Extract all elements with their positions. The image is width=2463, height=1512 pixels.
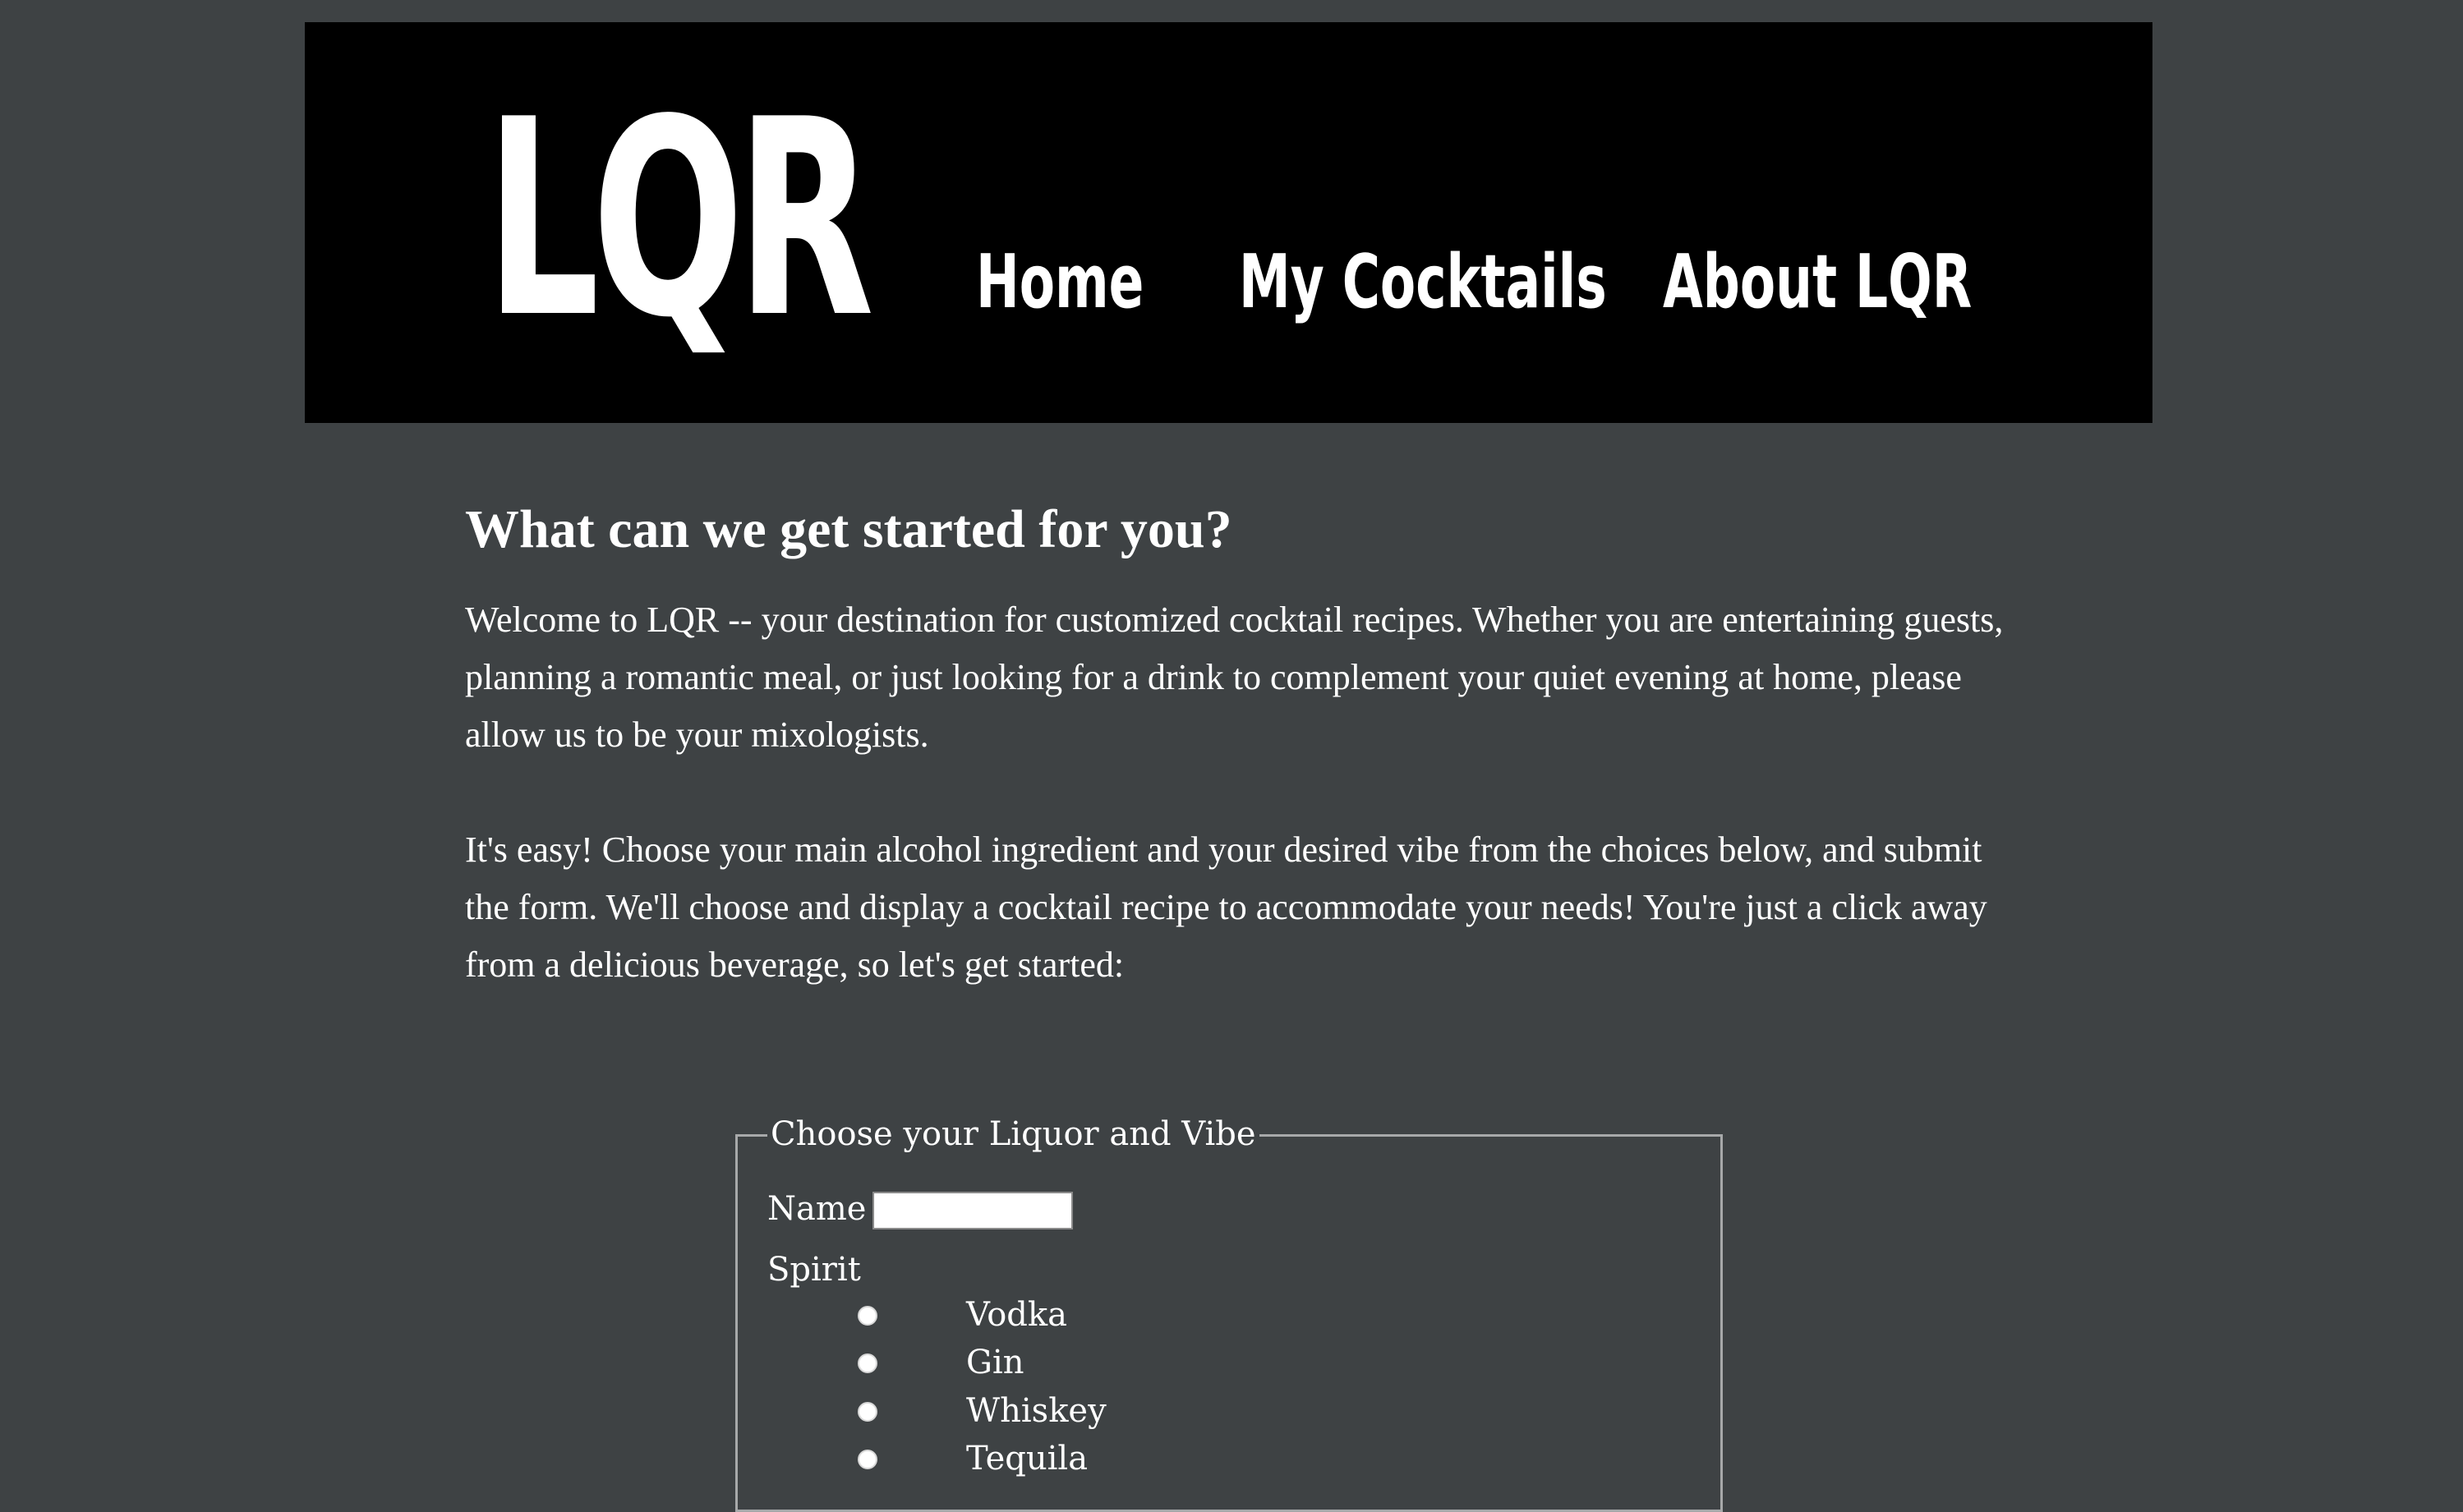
spirit-option-label: Vodka xyxy=(966,1296,1067,1334)
nav-link-home[interactable]: Home xyxy=(976,237,1144,328)
radio-button[interactable] xyxy=(858,1402,877,1422)
radio-button[interactable] xyxy=(858,1450,877,1469)
site-logo[interactable]: LQR xyxy=(486,71,874,367)
nav-link-my-cocktails[interactable]: My Cocktails xyxy=(1239,237,1607,328)
spirit-option-gin[interactable]: Gin xyxy=(738,1339,1313,1386)
spirit-option-label: Tequila xyxy=(966,1440,1089,1478)
spirit-option-tequila[interactable]: Tequila xyxy=(738,1435,1313,1482)
spirit-option-vodka[interactable]: Vodka xyxy=(738,1291,1313,1339)
instructions-paragraph: It's easy! Choose your main alcohol ingr… xyxy=(465,830,1987,985)
spirit-option-label: Gin xyxy=(966,1344,1024,1381)
spirit-option-whiskey[interactable]: Whiskey xyxy=(738,1387,1313,1435)
form-legend: Choose your Liquor and Vibe xyxy=(767,1109,1259,1160)
name-input[interactable] xyxy=(872,1192,1073,1229)
page-heading: What can we get started for you? xyxy=(465,499,1232,559)
main-content: What can we get started for you? Welcome… xyxy=(465,485,2010,994)
site-header: LQR Home My Cocktails About LQR xyxy=(305,22,2152,423)
intro-paragraph: Welcome to LQR -- your destination for c… xyxy=(465,600,2004,755)
spirit-option-label: Whiskey xyxy=(966,1392,1107,1430)
liquor-vibe-form: Choose your Liquor and Vibe Name Spirit … xyxy=(735,1109,1723,1512)
spirit-label: Spirit xyxy=(767,1251,861,1289)
name-label: Name xyxy=(767,1190,867,1228)
nav-link-about[interactable]: About LQR xyxy=(1663,237,1972,328)
radio-button[interactable] xyxy=(858,1306,877,1326)
radio-button[interactable] xyxy=(858,1353,877,1373)
